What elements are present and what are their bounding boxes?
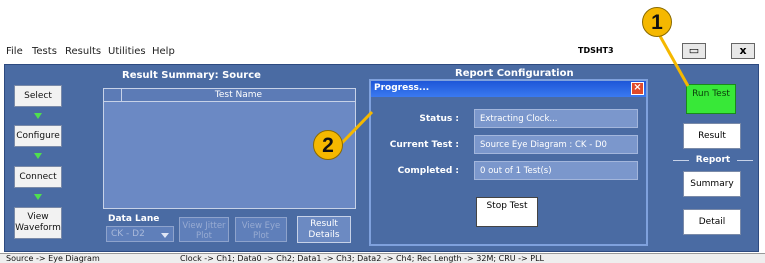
callout-2-badge: 2 <box>313 130 343 160</box>
callout-1-leader <box>658 35 690 87</box>
callout-1-badge: 1 <box>642 7 672 37</box>
callout-leader-lines <box>333 35 690 152</box>
